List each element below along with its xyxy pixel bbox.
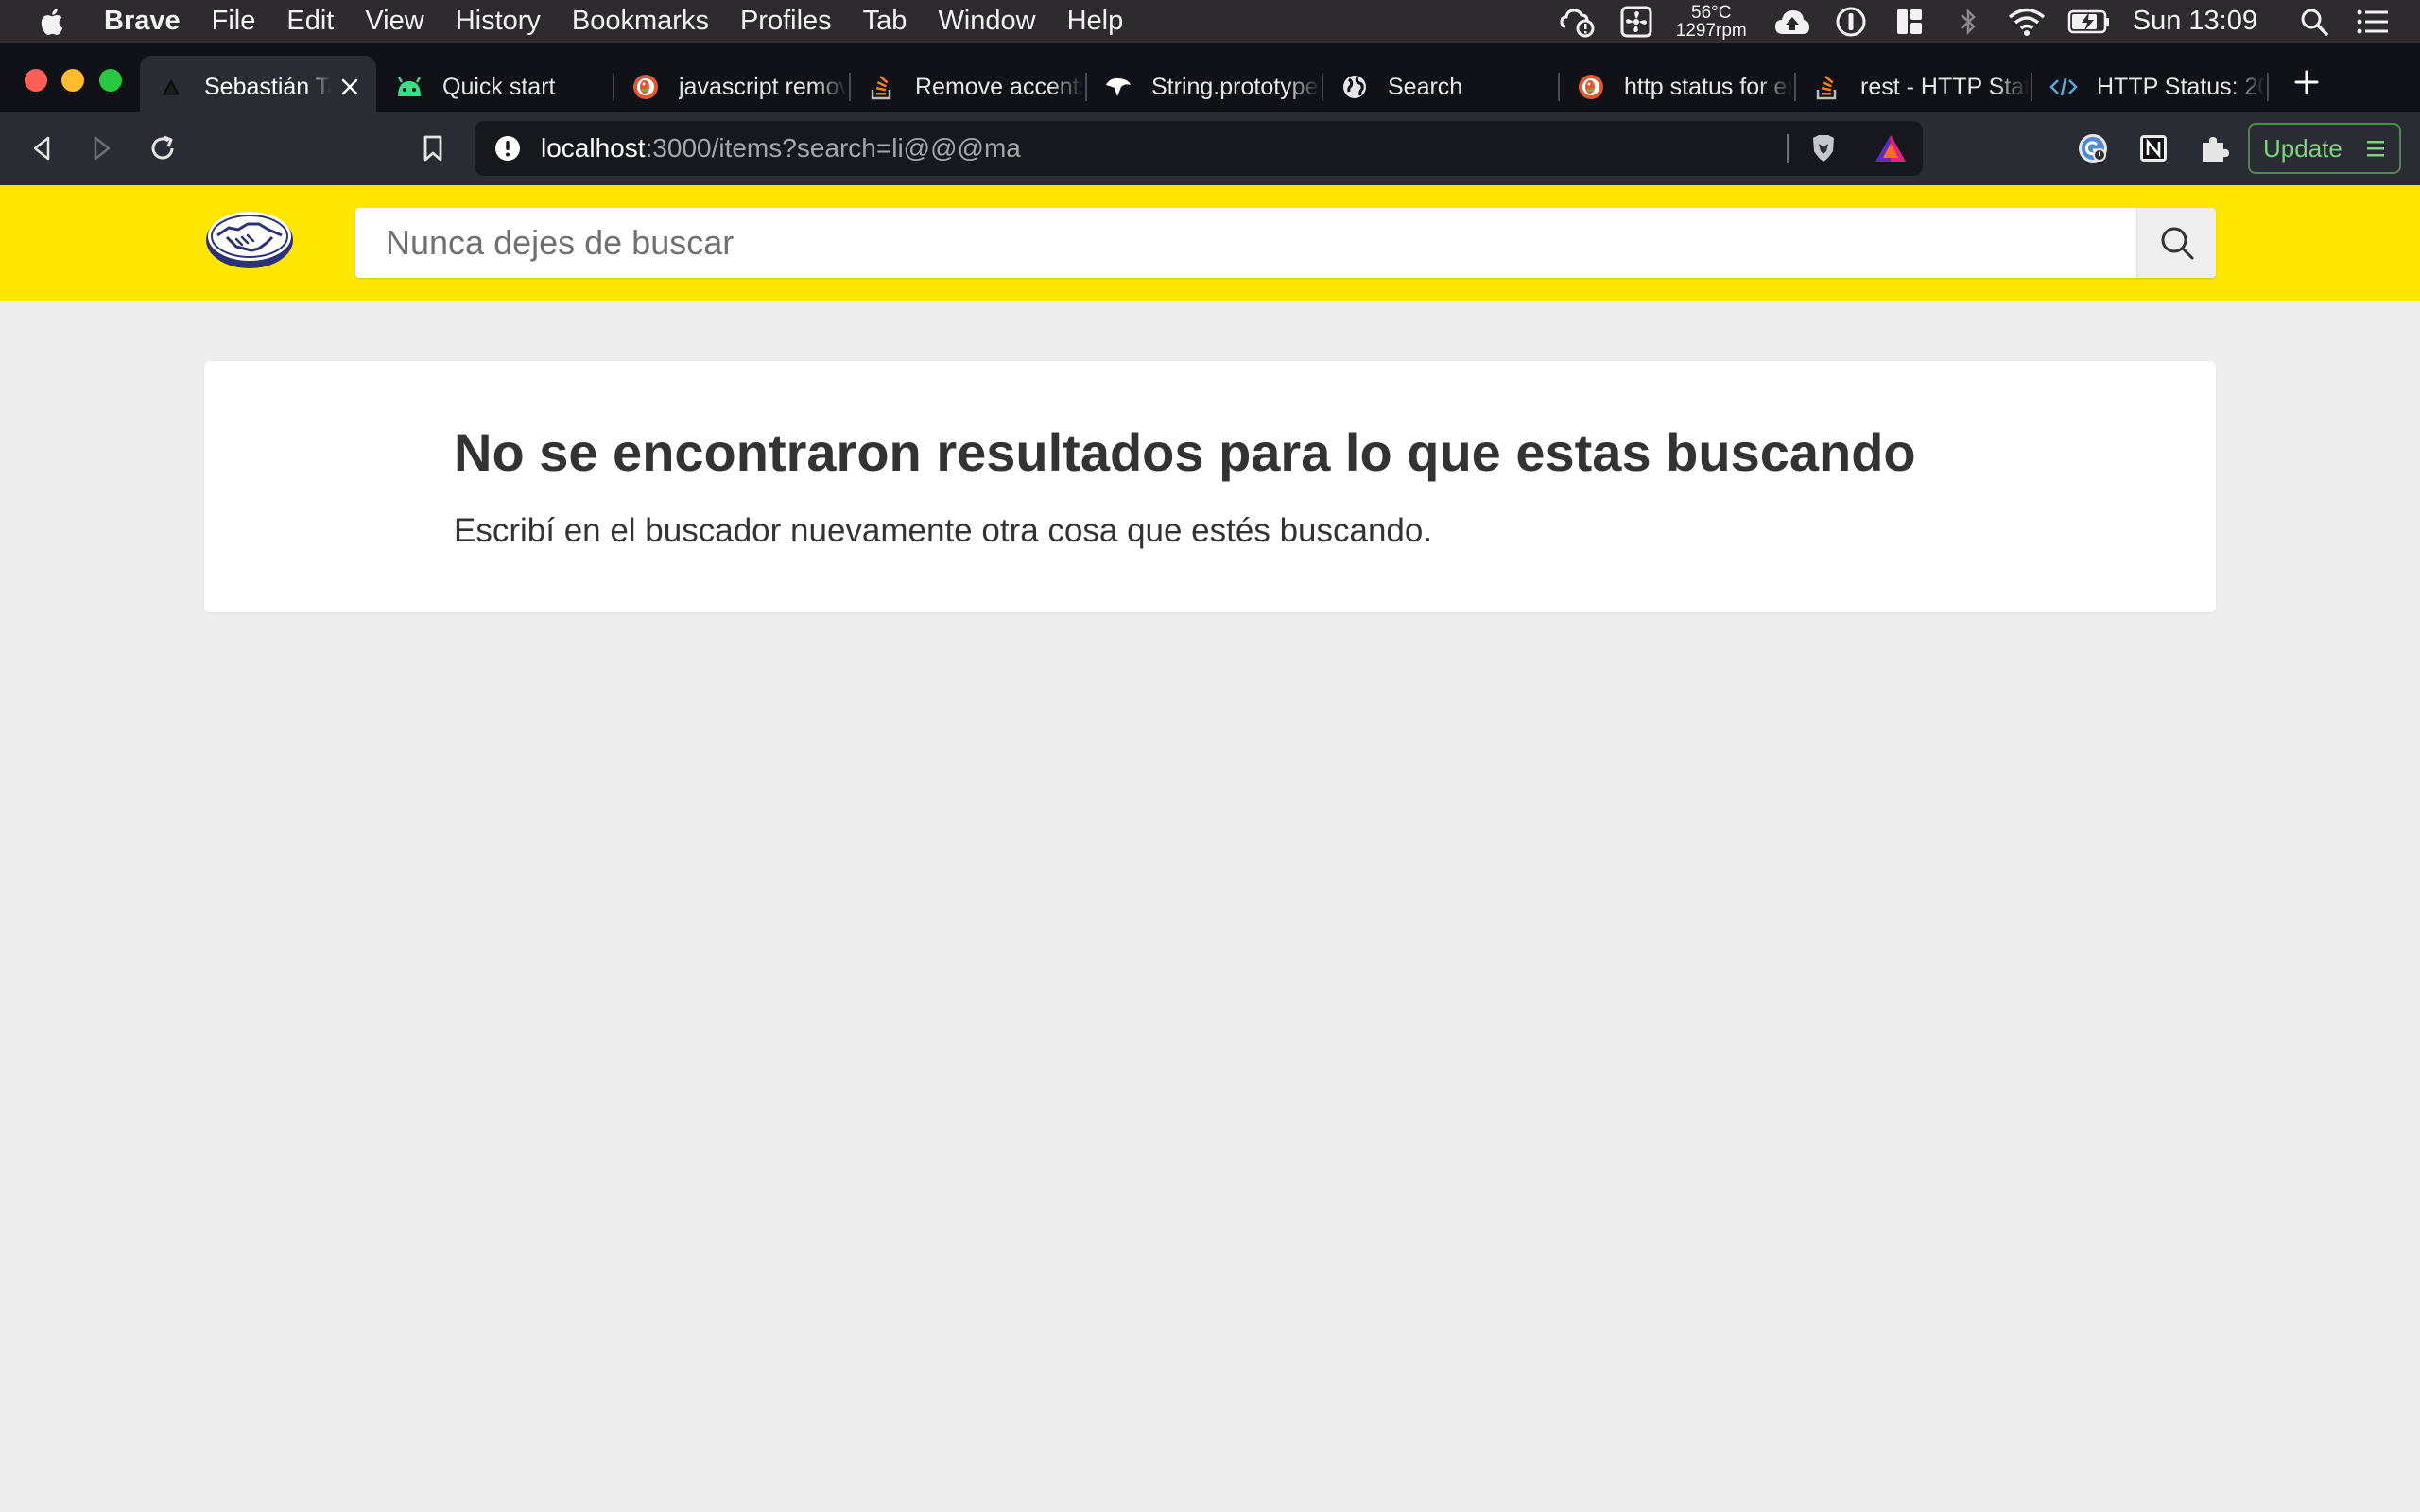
no-results-title: No se encontraron resultados para lo que…	[454, 422, 1916, 482]
fan-speed-value: 1297rpm	[1675, 20, 1747, 41]
update-button-label: Update	[2263, 133, 2342, 163]
code-icon	[2049, 73, 2078, 101]
search-button[interactable]	[2136, 208, 2216, 278]
spotlight-search-icon[interactable]	[2295, 3, 2333, 41]
tab-title: Search	[1388, 73, 1463, 100]
brave-triangle-icon	[157, 73, 185, 101]
tab-http-status-for-empty[interactable]: http status for empty	[1560, 56, 1792, 118]
wifi-icon[interactable]	[2008, 3, 2046, 41]
address-bar[interactable]: localhost:3000/items?search=li@@@ma	[475, 121, 1923, 176]
search-input[interactable]	[355, 208, 2136, 278]
duckduckgo-icon	[1577, 73, 1605, 101]
tab-title: Sebastián Tarquini	[204, 73, 331, 100]
tab-title: Quick start	[442, 73, 556, 100]
brave-shields-icon[interactable]	[1807, 132, 1840, 164]
notion-extension-icon[interactable]	[2133, 128, 2174, 169]
back-button[interactable]	[21, 128, 62, 169]
menu-history[interactable]: History	[456, 6, 541, 37]
menu-bookmarks[interactable]: Bookmarks	[572, 6, 709, 37]
forward-button[interactable]	[81, 128, 123, 169]
bluetooth-icon[interactable]	[1949, 3, 1987, 41]
tab-rest-http-status[interactable]: rest - HTTP Status	[1796, 56, 2029, 118]
menu-help[interactable]: Help	[1067, 6, 1124, 37]
close-tab-icon[interactable]	[331, 68, 369, 106]
tab-string-prototype[interactable]: String.prototype	[1087, 56, 1320, 118]
tab-quick-start[interactable]: Quick start	[378, 56, 611, 118]
apple-menu-icon[interactable]	[36, 5, 70, 39]
android-robot-icon	[395, 73, 424, 101]
brave-rewards-icon[interactable]	[1874, 132, 1908, 164]
url-path: :3000/items?search=li@@@ma	[645, 133, 1021, 163]
reload-button[interactable]	[142, 128, 183, 169]
close-window-button[interactable]	[25, 69, 47, 92]
globe-icon	[1340, 73, 1369, 101]
tab-search[interactable]: Search	[1323, 56, 1556, 118]
menu-view[interactable]: View	[365, 6, 424, 37]
temperature-readout: 56°C 1297rpm	[1676, 4, 1747, 40]
hamburger-menu-icon	[2365, 138, 2386, 159]
tab-title: Remove accents	[915, 73, 1083, 100]
extensions-puzzle-icon[interactable]	[2193, 128, 2235, 169]
menu-file[interactable]: File	[212, 6, 256, 37]
battery-charging-icon[interactable]	[2066, 3, 2112, 41]
menubar-clock[interactable]: Sun 13:09	[2133, 6, 2257, 37]
menu-profiles[interactable]: Profiles	[740, 6, 832, 37]
address-bar-divider	[1787, 134, 1789, 163]
tab-title: String.prototype	[1151, 73, 1319, 100]
cpu-warning-icon[interactable]	[1559, 3, 1597, 41]
control-center-icon[interactable]	[2354, 3, 2392, 41]
tab-sebastian[interactable]: Sebastián Tarquini	[140, 56, 376, 118]
cloud-upload-icon[interactable]	[1773, 3, 1811, 41]
mercadolibre-handshake-logo[interactable]	[204, 207, 295, 269]
tab-http-status-204[interactable]: HTTP Status: 204	[2032, 56, 2265, 118]
tab-title: HTTP Status: 204	[2097, 73, 2265, 100]
site-info-icon[interactable]	[493, 134, 522, 163]
no-results-message: Escribí en el buscador nuevamente otra c…	[454, 512, 1433, 549]
stackoverflow-icon	[1813, 73, 1841, 101]
url-host: localhost	[541, 133, 646, 163]
tab-javascript-remove[interactable]: javascript remove	[614, 56, 847, 118]
temperature-value: 56°C	[1691, 2, 1732, 23]
magnifier-icon	[2161, 227, 2193, 260]
site-header	[0, 185, 2420, 301]
menu-tab[interactable]: Tab	[863, 6, 908, 37]
mdn-icon	[1104, 73, 1132, 101]
password-manager-icon[interactable]	[1832, 3, 1870, 41]
fan-icon[interactable]	[1617, 3, 1655, 41]
tab-title: http status for empty	[1624, 73, 1792, 100]
tab-remove-accents[interactable]: Remove accents	[851, 56, 1083, 118]
minimize-window-button[interactable]	[61, 69, 84, 92]
browser-toolbar: localhost:3000/items?search=li@@@ma Upda…	[0, 112, 2420, 185]
tab-title: javascript remove	[679, 73, 847, 100]
window-layout-icon[interactable]	[1891, 3, 1928, 41]
menu-app-name[interactable]: Brave	[104, 6, 181, 37]
duckduckgo-icon	[631, 73, 660, 101]
tab-title: rest - HTTP Status	[1860, 73, 2029, 100]
zoom-window-button[interactable]	[99, 69, 122, 92]
bookmark-button[interactable]	[412, 128, 454, 169]
new-tab-button[interactable]	[2288, 63, 2325, 101]
menu-edit[interactable]: Edit	[286, 6, 334, 37]
search-form	[355, 208, 2216, 278]
macos-menu-bar: Brave File Edit View History Bookmarks P…	[0, 0, 2420, 43]
menu-window[interactable]: Window	[938, 6, 1035, 37]
grammarly-extension-icon[interactable]	[2072, 128, 2114, 169]
no-results-card: No se encontraron resultados para lo que…	[204, 361, 2216, 612]
tab-separator	[2267, 73, 2269, 101]
update-button[interactable]: Update	[2248, 123, 2401, 174]
stackoverflow-icon	[868, 73, 896, 101]
